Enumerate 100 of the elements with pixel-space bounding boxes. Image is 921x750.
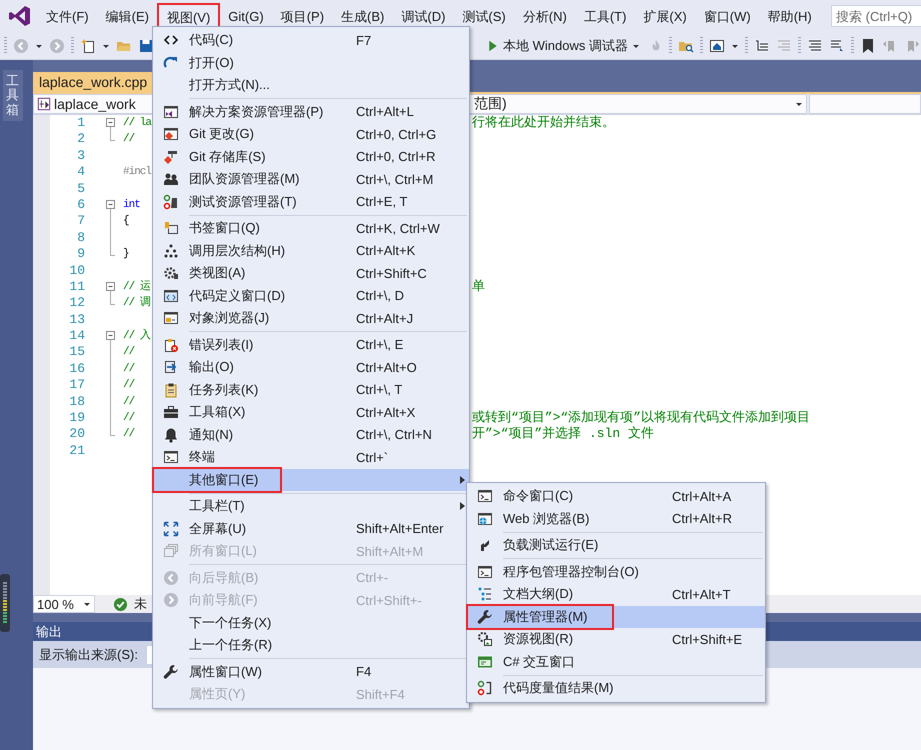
menu-item[interactable]: 书签窗口(Q) Ctrl+K, Ctrl+W (153, 217, 469, 240)
lines-icon[interactable] (828, 38, 845, 54)
app-logo-icon (8, 4, 32, 28)
wrench-icon (163, 664, 179, 680)
menu-bar-item[interactable]: 调试(D) (393, 4, 454, 28)
menu-item[interactable]: 其他窗口(E) (153, 468, 469, 491)
bookmark-window-icon (163, 220, 179, 236)
code-text: } (123, 247, 129, 262)
line-number: 12 (68, 295, 85, 312)
menu-item[interactable]: 属性窗口(W) F4 (153, 660, 469, 683)
menu-item[interactable]: 调用层次结构(H) Ctrl+Alt+K (153, 240, 469, 262)
menu-item[interactable]: 类视图(A) Ctrl+Shift+C (153, 262, 469, 284)
toolbox-icon (163, 404, 179, 420)
code-text: 行将在此处开始并结束。 (472, 115, 615, 132)
menu-item[interactable]: 代码定义窗口(D) Ctrl+\, D (153, 284, 469, 307)
line-number: 11 (68, 278, 85, 296)
code-text: // (123, 427, 134, 442)
line-number: 20 (68, 426, 85, 443)
menu-bar-item[interactable]: 生成(B) (333, 4, 392, 28)
menu-bar-item[interactable]: 测试(S) (454, 4, 514, 28)
line-number: 6 (76, 196, 85, 214)
code-text: // (123, 394, 134, 410)
menu-item[interactable]: 对象浏览器(J) Ctrl+Alt+J (153, 307, 469, 330)
menu-item[interactable]: 工具栏(T) (153, 495, 469, 518)
line-number: 9 (76, 246, 85, 263)
menu-bar-item[interactable]: 工具(T) (576, 4, 634, 28)
bell-icon (163, 426, 179, 443)
menu-bar-item[interactable]: 视图(V) (158, 4, 220, 28)
home-window-icon[interactable] (708, 38, 725, 54)
code-text: int (123, 198, 140, 213)
menu-bar-item[interactable]: 文件(F) (38, 4, 97, 28)
caret-icon (83, 600, 91, 608)
fold-toggle-icon[interactable] (106, 282, 115, 291)
menu-item[interactable]: 测试资源管理器(T) Ctrl+E, T (153, 190, 469, 213)
output-source-label: 显示输出来源(S): (39, 646, 138, 664)
menu-bar-item[interactable]: 编辑(E) (98, 4, 157, 28)
menu-bar-item[interactable]: 扩展(X) (635, 4, 695, 28)
line-number: 5 (76, 180, 85, 197)
wrench-icon (477, 608, 493, 625)
menu-bar-item[interactable]: 项目(P) (272, 4, 332, 28)
test-results-icon (163, 194, 179, 210)
menu-item[interactable]: 输出(O) Ctrl+Alt+O (153, 356, 469, 378)
menu-bar-item[interactable]: 窗口(W) (696, 4, 759, 28)
picture-gear-icon (477, 631, 493, 648)
stacked-windows-icon (163, 543, 179, 560)
search-field[interactable]: 搜索 (Ctrl+Q) (831, 5, 921, 27)
code-text: // 入 (123, 328, 150, 344)
menu-item[interactable]: 通知(N) Ctrl+\, Ctrl+N (153, 424, 469, 446)
code-text: // 调 (123, 295, 150, 312)
menu-item[interactable]: Git 存储库(S) Ctrl+0, Ctrl+R (153, 146, 469, 168)
indent-icon[interactable] (754, 38, 770, 54)
debug-target-button[interactable]: 本地 Windows 调试器 (484, 34, 643, 56)
menu-item[interactable]: 负载测试运行(E) (467, 534, 765, 556)
fold-toggle-icon[interactable] (106, 331, 115, 340)
menu-item[interactable]: C# 交互窗口 (467, 650, 765, 673)
lines-icon[interactable] (806, 38, 823, 54)
line-number: 14 (68, 328, 85, 344)
menu-item[interactable]: 终端 Ctrl+` (153, 446, 469, 468)
menu-item[interactable]: 团队资源管理器(M) Ctrl+\, Ctrl+M (153, 168, 469, 190)
check-circle-icon (113, 596, 128, 612)
menu-item[interactable]: 打开(O) (153, 52, 469, 74)
terminal-icon (477, 488, 493, 504)
code-text: // (123, 411, 134, 426)
gear-icon (163, 265, 179, 282)
menu-item[interactable]: 打开方式(N)... (153, 74, 469, 96)
clipboard-icon (163, 382, 179, 398)
menu-item[interactable]: 代码(C) F7 (153, 29, 469, 52)
line-number: 17 (68, 377, 85, 394)
line-number: 18 (68, 394, 85, 410)
line-number: 10 (68, 262, 85, 279)
code-text: 开”>“项目”并选择 .sln 文件 (472, 426, 654, 443)
line-number: 15 (68, 344, 85, 361)
menu-item[interactable]: 属性管理器(M) (467, 606, 765, 628)
menu-item[interactable]: 错误列表(I) Ctrl+\, E (153, 334, 469, 356)
menu-item[interactable]: 文档大纲(D) Ctrl+Alt+T (467, 583, 765, 606)
git-window-icon (163, 126, 179, 142)
menu-bar-item[interactable]: Git(G) (220, 4, 272, 28)
zoom-dropdown[interactable]: 100 % (33, 595, 95, 613)
menu-item[interactable]: 命令窗口(C) Ctrl+Alt+A (467, 485, 765, 508)
fold-toggle-icon[interactable] (106, 200, 115, 209)
menu-item[interactable]: 任务列表(K) Ctrl+\, T (153, 378, 469, 401)
save-icon[interactable] (138, 38, 154, 54)
menu-item[interactable]: Git 更改(G) Ctrl+0, Ctrl+G (153, 123, 469, 146)
fold-toggle-icon[interactable] (106, 118, 115, 127)
menu-item[interactable]: 工具箱(X) Ctrl+Alt+X (153, 401, 469, 424)
toolbox-tab[interactable]: 工具箱 (2, 70, 22, 121)
menu-bar-item[interactable]: 分析(N) (514, 4, 575, 28)
terminal-icon (163, 449, 179, 466)
menu-bar-item[interactable]: 帮助(H) (760, 4, 820, 28)
menu-item[interactable]: Web 浏览器(B) Ctrl+Alt+R (467, 508, 765, 530)
menu-item[interactable]: 程序包管理器控制台(O) (467, 560, 765, 583)
code-text: // (123, 362, 134, 377)
document-tab[interactable]: laplace_work.cpp (33, 72, 154, 92)
fullscreen-icon (163, 520, 179, 537)
menu-item[interactable]: 代码度量值结果(M) (467, 677, 765, 700)
new-item-icon[interactable] (80, 38, 96, 54)
play-icon (487, 40, 499, 52)
code-text: // (123, 345, 134, 360)
outline-list-icon (477, 586, 493, 602)
menu-item[interactable]: 全屏幕(U) Shift+Alt+Enter (153, 518, 469, 540)
